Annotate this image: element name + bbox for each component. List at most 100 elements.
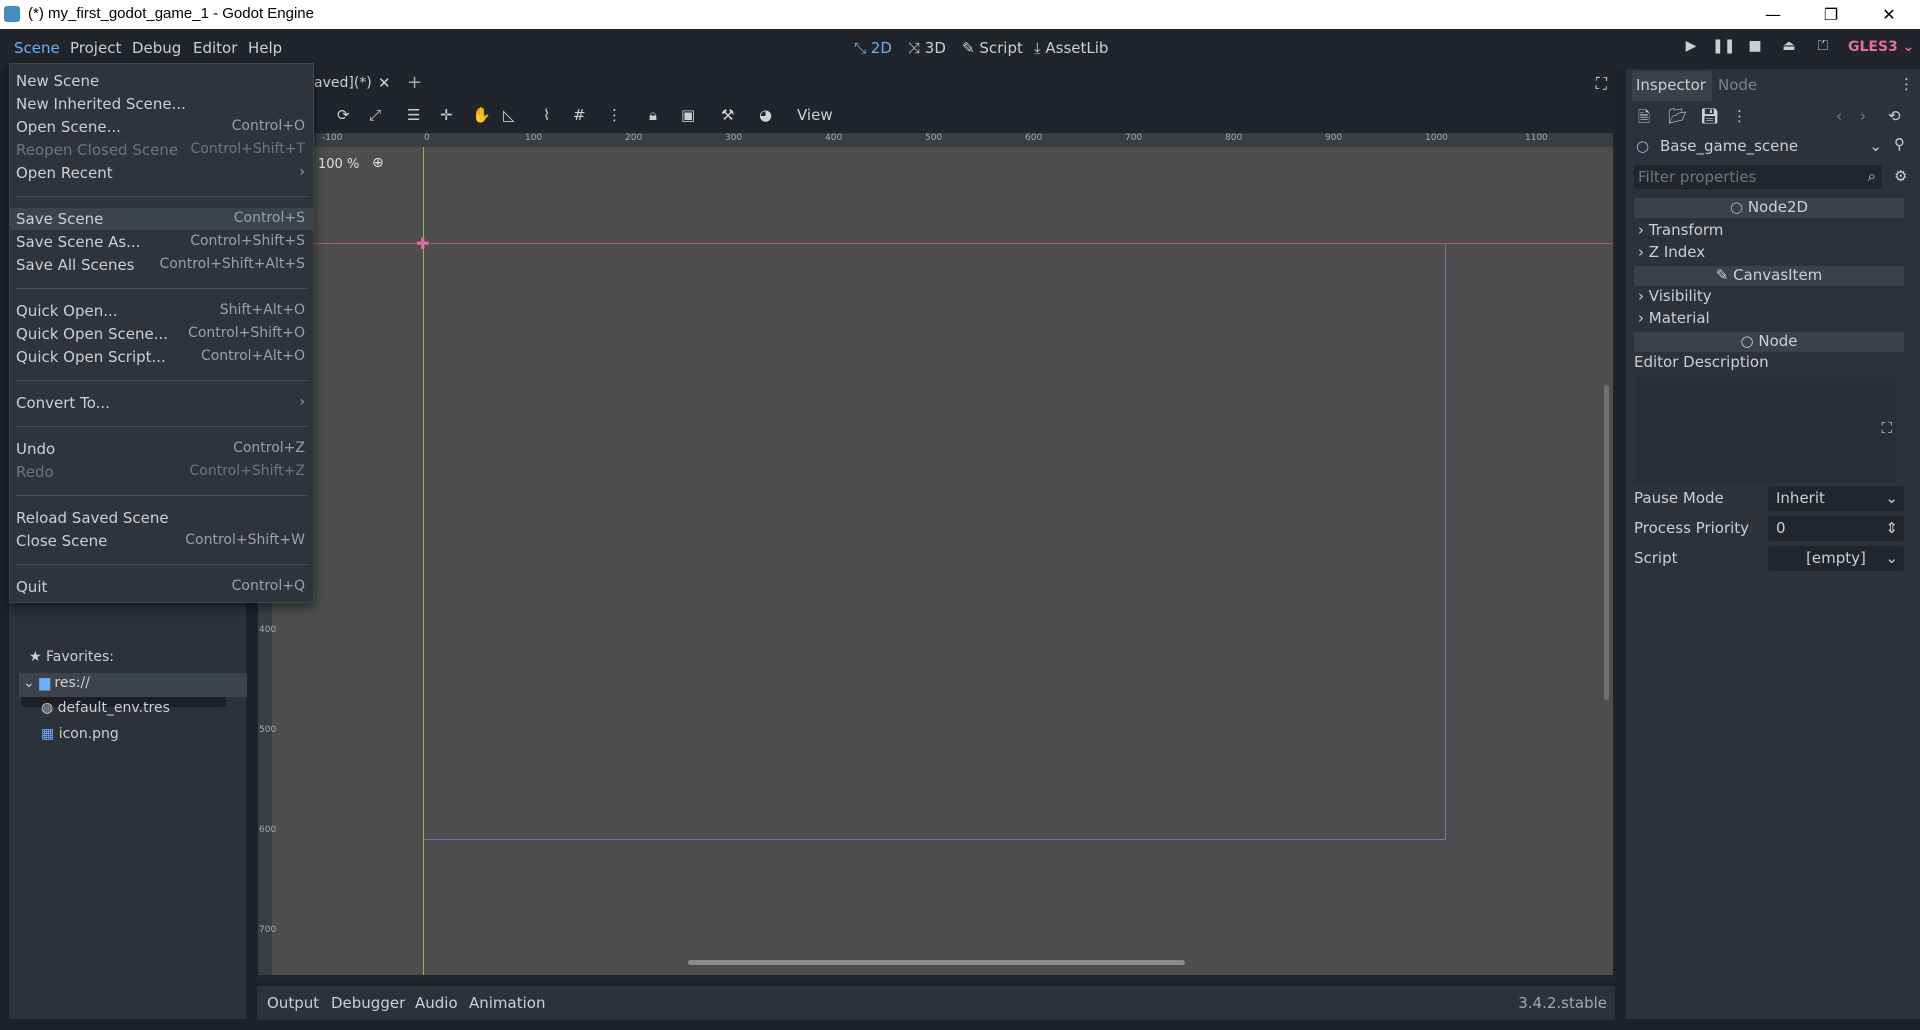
menu-debug[interactable]: Debug: [132, 39, 181, 57]
minimize-button[interactable]: —: [1744, 0, 1802, 29]
bone-icon[interactable]: ⚒: [721, 106, 734, 124]
file-default-env[interactable]: ◍ default_env.tres: [41, 700, 170, 716]
expand-icon[interactable]: ⛶: [1881, 419, 1892, 437]
group-icon[interactable]: ▣: [681, 106, 695, 124]
group-material[interactable]: › Material: [1638, 309, 1710, 327]
maximize-button[interactable]: ❐: [1802, 0, 1860, 29]
view-menu[interactable]: View: [797, 106, 833, 124]
tab-output[interactable]: Output: [267, 994, 319, 1012]
menu-item-open-recent[interactable]: Open Recent ›: [10, 162, 313, 184]
menu-item-save-scene[interactable]: Save Scene Control+S: [10, 208, 313, 230]
forward-icon[interactable]: ›: [1860, 107, 1866, 125]
menu-item-redo[interactable]: Redo Control+Shift+Z: [10, 461, 313, 483]
menu-item-new-scene[interactable]: New Scene: [10, 70, 313, 92]
group-zindex[interactable]: › Z Index: [1638, 243, 1705, 261]
group-transform[interactable]: › Transform: [1638, 221, 1723, 239]
editor-description-field[interactable]: ⛶: [1634, 377, 1896, 483]
workspace-assetlib[interactable]: ⤓ AssetLib: [1034, 39, 1108, 57]
pan-icon[interactable]: ✋: [472, 106, 491, 124]
play-icon[interactable]: ▶: [1680, 38, 1702, 60]
workspace-script[interactable]: ✎ Script: [962, 39, 1023, 57]
menu-item-quit[interactable]: Quit Control+Q: [10, 576, 313, 598]
pause-mode-select[interactable]: Inherit ⌄: [1768, 486, 1904, 511]
file-icon-png[interactable]: ▦ icon.png: [41, 726, 119, 742]
tools-icon[interactable]: ⚙: [1894, 167, 1907, 185]
distraction-free-icon[interactable]: ⛶: [1596, 74, 1607, 94]
stop-icon[interactable]: ■: [1744, 38, 1766, 60]
pause-icon[interactable]: ❚❚: [1712, 38, 1735, 60]
ruler-top: -100 0 100 200 300 400 500 600 700 800 9…: [258, 133, 1613, 147]
ruler-tick: 1100: [1525, 133, 1548, 143]
history-icon[interactable]: ⟲: [1888, 107, 1901, 125]
renderer-selector[interactable]: GLES3 ⌄: [1848, 39, 1914, 55]
script-select[interactable]: [empty] ⌄: [1768, 546, 1904, 571]
workspace-2d[interactable]: ⤡ 2D: [854, 39, 892, 57]
zoom-in-icon[interactable]: ⊕: [372, 155, 384, 171]
menu-item-reopen-closed-scene[interactable]: Reopen Closed Scene Control+Shift+T: [10, 139, 313, 161]
menu-item-close-scene[interactable]: Close Scene Control+Shift+W: [10, 530, 313, 552]
favorites-item[interactable]: ★ Favorites:: [29, 649, 114, 665]
horizontal-scrollbar[interactable]: [688, 960, 1185, 965]
menu-editor[interactable]: Editor: [193, 39, 237, 57]
process-priority-spinbox[interactable]: 0 ⇕: [1768, 516, 1904, 541]
smart-snap-icon[interactable]: ⌇: [543, 106, 550, 124]
menu-item-save-scene-as[interactable]: Save Scene As... Control+Shift+S: [10, 231, 313, 253]
scene-tab-label[interactable]: aved](*): [314, 75, 372, 91]
tab-audio[interactable]: Audio: [415, 994, 458, 1012]
inspector-dock: Inspector Node ⋮ 🗎︎ 📂︎ 💾︎ ⋮ ‹ › ⟲ ○ Base…: [1626, 69, 1920, 1019]
more-icon[interactable]: ⋮: [607, 106, 622, 124]
camera-icon[interactable]: ◕: [759, 106, 772, 124]
object-properties-icon[interactable]: ⚲: [1894, 135, 1905, 153]
dock-menu-icon[interactable]: ⋮: [1899, 75, 1914, 93]
group-visibility[interactable]: › Visibility: [1638, 287, 1712, 305]
menu-item-save-all-scenes[interactable]: Save All Scenes Control+Shift+Alt+S: [10, 254, 313, 276]
filter-properties-input[interactable]: [1634, 165, 1844, 189]
more-icon[interactable]: ⋮: [1732, 107, 1747, 125]
play-scene-icon[interactable]: ⏏: [1778, 38, 1800, 60]
tab-debugger[interactable]: Debugger: [331, 994, 405, 1012]
menu-item-new-inherited-scene[interactable]: New Inherited Scene...: [10, 93, 313, 115]
list-select-icon[interactable]: ☰: [407, 106, 420, 124]
tab-animation[interactable]: Animation: [469, 994, 545, 1012]
menu-help[interactable]: Help: [248, 39, 282, 57]
close-button[interactable]: ✕: [1860, 0, 1918, 29]
menu-item-shortcut: Control+Shift+Alt+S: [159, 256, 305, 272]
section-node: ○ Node: [1634, 332, 1904, 352]
menu-item-open-scene[interactable]: Open Scene... Control+O: [10, 116, 313, 138]
menu-item-shortcut: Control+S: [233, 210, 305, 226]
menu-item-undo[interactable]: Undo Control+Z: [10, 438, 313, 460]
grid-snap-icon[interactable]: #: [573, 106, 586, 124]
object-selector[interactable]: ○ Base_game_scene ⌄: [1634, 135, 1888, 159]
pause-mode-label: Pause Mode: [1634, 489, 1724, 507]
menu-item-reload-saved-scene[interactable]: Reload Saved Scene: [10, 507, 313, 529]
add-tab-icon[interactable]: +: [407, 72, 422, 93]
workspace-3d[interactable]: ⤨ 3D: [908, 39, 946, 57]
save-resource-icon[interactable]: 💾︎: [1700, 107, 1719, 125]
back-icon[interactable]: ‹: [1836, 107, 1842, 125]
menu-item-quick-open-script[interactable]: Quick Open Script... Control+Alt+O: [10, 346, 313, 368]
menu-item-quick-open[interactable]: Quick Open... Shift+Alt+O: [10, 300, 313, 322]
close-tab-icon[interactable]: ✕: [378, 74, 391, 92]
pivot-icon[interactable]: ✛: [440, 106, 453, 124]
menu-item-quick-open-scene[interactable]: Quick Open Scene... Control+Shift+O: [10, 323, 313, 345]
open-resource-icon[interactable]: 📂︎: [1668, 107, 1687, 125]
play-custom-scene-icon[interactable]: ⏍: [1812, 38, 1834, 60]
filter-properties[interactable]: ⌕: [1634, 165, 1882, 189]
lock-icon[interactable]: 🔒︎: [649, 106, 657, 124]
res-root-item[interactable]: ⌄ ▆ res://: [19, 673, 247, 697]
viewport-frame: [423, 243, 1446, 840]
ruler-icon[interactable]: ◺: [503, 106, 515, 124]
tab-inspector[interactable]: Inspector: [1636, 76, 1706, 94]
search-icon: ⌕: [1867, 167, 1876, 185]
menu-item-convert-to[interactable]: Convert To... ›: [10, 392, 313, 414]
menu-item-shortcut: ›: [299, 164, 305, 180]
tab-node[interactable]: Node: [1718, 76, 1757, 94]
menu-project[interactable]: Project: [70, 39, 121, 57]
new-resource-icon[interactable]: 🗎︎: [1638, 107, 1650, 132]
zoom-label[interactable]: 100 %: [318, 157, 359, 172]
rotate-icon[interactable]: ⟳: [337, 106, 350, 124]
vertical-scrollbar[interactable]: [1604, 385, 1609, 700]
canvas-viewport[interactable]: ✚ 100 % ⊕: [258, 133, 1613, 975]
scale-icon[interactable]: ⤢: [369, 106, 381, 124]
menu-scene[interactable]: Scene: [14, 39, 60, 57]
